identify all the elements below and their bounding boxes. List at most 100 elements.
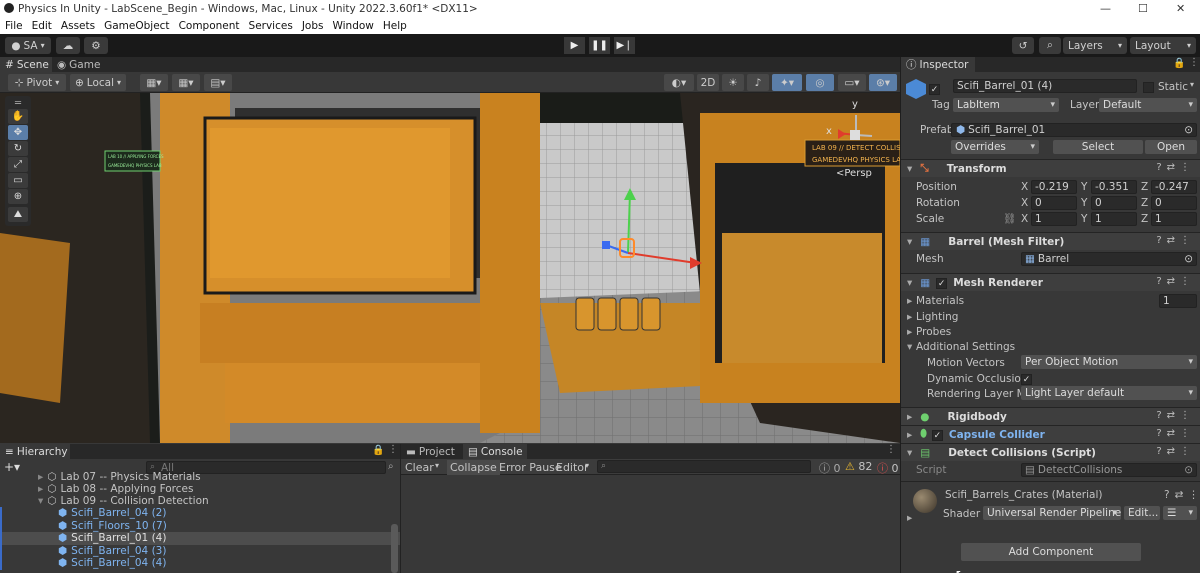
hierarchy-row[interactable]: ▾ ⬡ Lab 09 -- Collision Detection bbox=[0, 495, 400, 508]
mesh-renderer-header[interactable]: ▾ ▦ ✓ Mesh Renderer ?⇄⋮ bbox=[901, 273, 1200, 291]
panel-menu-icon[interactable]: ⋮ bbox=[1189, 57, 1199, 68]
capsule-collider-checkbox[interactable]: ✓ bbox=[931, 429, 943, 441]
transform-header[interactable]: ▾ ⤡ Transform ?⇄⋮ bbox=[901, 159, 1200, 177]
step-button[interactable]: ▶❘ bbox=[614, 37, 635, 54]
close-button[interactable]: ✕ bbox=[1176, 2, 1185, 15]
layer-dropdown[interactable]: Default bbox=[1099, 98, 1197, 112]
shader-dropdown[interactable]: Universal Render Pipeline/L bbox=[983, 506, 1121, 520]
link-icon[interactable]: ⛓ bbox=[1003, 212, 1016, 225]
error-pause-button[interactable]: Error Pause bbox=[499, 461, 562, 474]
lighting-foldout[interactable]: Lighting bbox=[916, 311, 958, 323]
tag-dropdown[interactable]: LabItem bbox=[953, 98, 1059, 112]
hierarchy-row[interactable]: ▸ ⬡ Lab 08 -- Applying Forces bbox=[0, 483, 400, 496]
rotation-x-field[interactable]: 0 bbox=[1031, 196, 1077, 210]
account-button[interactable]: ● SA ▾ bbox=[5, 37, 51, 54]
cloud-icon[interactable]: ☁ bbox=[56, 37, 80, 54]
layers-dropdown[interactable]: Layers ▾ bbox=[1063, 37, 1127, 54]
scene-viewport[interactable]: LAB 09 // DETECT COLLIS GAMEDEVHQ PHYSIC… bbox=[0, 93, 900, 443]
hierarchy-scrollbar[interactable] bbox=[391, 524, 398, 573]
pivot-dropdown[interactable]: ⊹ Pivot ▾ bbox=[8, 74, 66, 91]
camera-icon[interactable]: ▭▾ bbox=[838, 74, 866, 91]
drag-handle-icon[interactable]: ═ bbox=[8, 98, 28, 109]
component-actions-icon[interactable]: ?⇄⋮ bbox=[1156, 446, 1195, 457]
hierarchy-row[interactable]: ⬢ Scifi_Barrel_04 (3) bbox=[0, 545, 400, 558]
custom-tool-icon[interactable]: ⛰ bbox=[8, 207, 28, 222]
select-button[interactable]: Select bbox=[1053, 140, 1143, 154]
tab-console[interactable]: ▤ Console bbox=[463, 444, 527, 459]
panel-menu-icon[interactable]: ⋮ bbox=[388, 444, 398, 455]
hierarchy-row[interactable]: ⬢ Scifi_Barrel_04 (2) bbox=[0, 507, 400, 520]
minimize-button[interactable]: — bbox=[1100, 2, 1111, 15]
visibility-icon[interactable]: ◎ bbox=[806, 74, 834, 91]
component-actions-icon[interactable]: ?⇄⋮ bbox=[1156, 428, 1195, 439]
rect-tool-icon[interactable]: ▭ bbox=[8, 173, 28, 188]
audio-icon[interactable]: ♪ bbox=[747, 74, 769, 91]
tab-inspector[interactable]: ⓘ Inspector bbox=[901, 57, 975, 72]
rendering-layer-dropdown[interactable]: Light Layer default bbox=[1021, 386, 1197, 400]
object-name-field[interactable]: Scifi_Barrel_01 (4) bbox=[953, 79, 1137, 93]
tab-project[interactable]: ▬ Project bbox=[401, 444, 461, 459]
component-actions-icon[interactable]: ?⇄⋮ bbox=[1156, 410, 1195, 421]
persp-label[interactable]: <Persp bbox=[836, 168, 872, 179]
console-search-input[interactable]: ⌕ bbox=[597, 460, 811, 473]
component-actions-icon[interactable]: ?⇄⋮ bbox=[1156, 235, 1195, 246]
tab-hierarchy[interactable]: ≡ Hierarchy bbox=[0, 444, 70, 459]
component-actions-icon[interactable]: ?⇄⋮ bbox=[1156, 162, 1195, 173]
rotation-y-field[interactable]: 0 bbox=[1091, 196, 1137, 210]
transform-tool-icon[interactable]: ⊕ bbox=[8, 189, 28, 204]
chevron-down-icon[interactable]: ▾ bbox=[1190, 80, 1194, 89]
clear-options-icon[interactable]: ▾ bbox=[435, 461, 439, 470]
warning-count[interactable]: ⚠ 82 bbox=[845, 460, 872, 473]
chevron-down-icon[interactable]: ▾ bbox=[907, 341, 912, 353]
materials-foldout[interactable]: Materials bbox=[916, 295, 964, 307]
lock-icon[interactable]: 🔒 bbox=[372, 445, 384, 456]
menu-file[interactable]: File bbox=[5, 20, 23, 32]
info-count[interactable]: ⓘ 0 bbox=[819, 460, 841, 476]
prefab-field[interactable]: ⬢ Scifi_Barrel_01 ⊙ bbox=[951, 123, 1197, 137]
position-y-field[interactable]: -0.351 bbox=[1091, 180, 1137, 194]
tab-game[interactable]: ◉ Game bbox=[52, 57, 112, 72]
collab-icon[interactable]: ⚙ bbox=[84, 37, 108, 54]
menu-gameobject[interactable]: GameObject bbox=[104, 20, 169, 32]
2d-toggle[interactable]: 2D bbox=[697, 74, 719, 91]
hierarchy-row[interactable]: ⬢ Scifi_Barrel_04 (4) bbox=[0, 557, 400, 570]
mesh-field[interactable]: ▦ Barrel ⊙ bbox=[1021, 252, 1197, 266]
menu-component[interactable]: Component bbox=[179, 20, 240, 32]
rotate-tool-icon[interactable]: ↻ bbox=[8, 141, 28, 156]
add-component-button[interactable]: Add Component bbox=[961, 543, 1141, 561]
component-actions-icon[interactable]: ?⇄⋮ bbox=[1156, 276, 1195, 287]
history-icon[interactable]: ↺ bbox=[1012, 37, 1034, 54]
mesh-filter-header[interactable]: ▾ ▦ Barrel (Mesh Filter) ?⇄⋮ bbox=[901, 232, 1200, 250]
scale-y-field[interactable]: 1 bbox=[1091, 212, 1137, 226]
scale-z-field[interactable]: 1 bbox=[1151, 212, 1197, 226]
snap-increment-icon[interactable]: ▦▾ bbox=[172, 74, 200, 91]
scale-tool-icon[interactable]: ⤢ bbox=[8, 157, 28, 172]
move-tool-icon[interactable]: ✥ bbox=[8, 125, 28, 140]
static-checkbox[interactable] bbox=[1143, 82, 1154, 96]
capsule-collider-header[interactable]: ▸ ⬮ ✓ Capsule Collider ?⇄⋮ bbox=[901, 425, 1200, 443]
pause-button[interactable]: ❚❚ bbox=[589, 37, 610, 54]
materials-count-field[interactable]: 1 bbox=[1159, 294, 1197, 308]
chevron-right-icon[interactable]: ▸ bbox=[907, 311, 912, 323]
clear-button[interactable]: Clear bbox=[405, 461, 434, 474]
error-count[interactable]: ⓘ 0 bbox=[877, 460, 899, 476]
lock-icon[interactable]: 🔒 bbox=[1173, 58, 1185, 69]
tab-scene[interactable]: # Scene bbox=[0, 57, 52, 72]
effects-icon[interactable]: ✦▾ bbox=[772, 74, 802, 91]
hierarchy-row[interactable]: ⬢ Scifi_Floors_10 (7) bbox=[0, 520, 400, 533]
hierarchy-row[interactable]: ▸ ⬡ Lab 07 -- Physics Materials bbox=[0, 471, 400, 484]
hand-tool-icon[interactable]: ✋ bbox=[8, 109, 28, 124]
active-checkbox[interactable]: ✓ bbox=[929, 82, 940, 95]
detect-collisions-header[interactable]: ▾ ▤ Detect Collisions (Script) ?⇄⋮ bbox=[901, 443, 1200, 461]
chevron-right-icon[interactable]: ▸ bbox=[907, 295, 912, 307]
layout-dropdown[interactable]: Layout ▾ bbox=[1130, 37, 1196, 54]
additional-settings-foldout[interactable]: Additional Settings bbox=[916, 341, 1015, 353]
align-icon[interactable]: ▤▾ bbox=[204, 74, 232, 91]
menu-services[interactable]: Services bbox=[249, 20, 293, 32]
chevron-right-icon[interactable]: ▸ bbox=[907, 326, 912, 338]
menu-jobs[interactable]: Jobs bbox=[302, 20, 324, 32]
menu-assets[interactable]: Assets bbox=[61, 20, 95, 32]
rigidbody-header[interactable]: ▸ ● Rigidbody ?⇄⋮ bbox=[901, 407, 1200, 425]
motion-vectors-dropdown[interactable]: Per Object Motion bbox=[1021, 355, 1197, 369]
dynamic-occlusion-checkbox[interactable]: ✓ bbox=[1021, 372, 1032, 385]
